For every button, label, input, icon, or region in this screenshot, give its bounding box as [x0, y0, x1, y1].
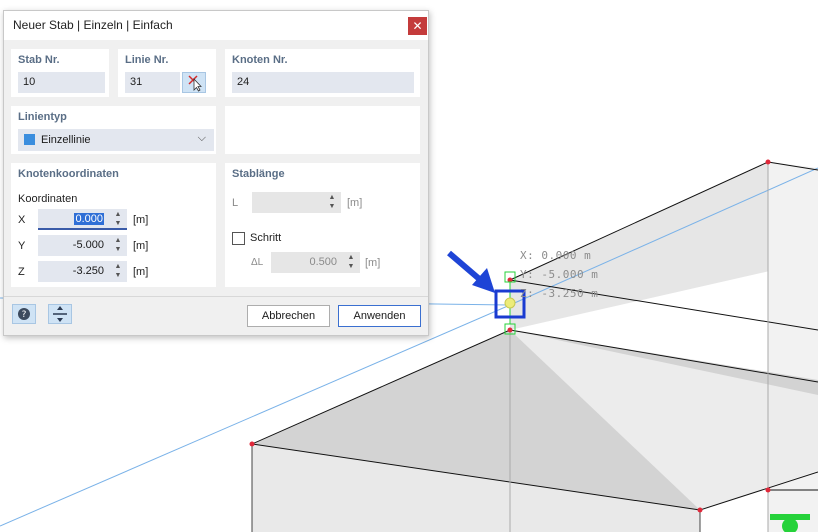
spinner-arrows-icon[interactable]: ▲ ▼ [113, 236, 123, 254]
length-input[interactable]: ▲ ▼ [252, 192, 341, 213]
new-member-dialog: Neuer Stab | Einzeln | Einfach ✕ Stab Nr… [3, 10, 429, 336]
node-point[interactable] [765, 159, 771, 165]
coord-readout-z: Z: -3.250 m [520, 287, 599, 300]
linie-nr-label: Linie Nr. [125, 54, 169, 66]
delta-l-unit: [m] [365, 257, 381, 269]
delta-l-value: 0.500 [309, 256, 337, 268]
z-label: Z [18, 266, 25, 278]
x-coordinate-input[interactable]: 0.000 ▲ ▼ [38, 209, 127, 230]
panel-linientyp: Linientyp Einzellinie ⌵ [11, 106, 216, 154]
spinner-arrows-icon[interactable]: ▲ ▼ [113, 210, 123, 228]
coordinate-readout: X: 0.000 m Y: -5.000 m Z: -3.250 m [520, 246, 598, 303]
line-type-swatch [24, 134, 35, 145]
coord-readout-x: X: 0.000 m [520, 249, 592, 262]
linientyp-selected: Einzellinie [41, 134, 91, 146]
delta-l-input[interactable]: 0.500 ▲ ▼ [271, 252, 360, 273]
z-coordinate-value: -3.250 [72, 265, 104, 277]
knotenkoordinaten-label: Knotenkoordinaten [18, 168, 119, 180]
node-point[interactable] [697, 507, 703, 513]
fit-dialog-button[interactable] [48, 304, 72, 324]
node-point[interactable] [765, 487, 771, 493]
stab-nr-label: Stab Nr. [18, 54, 60, 66]
y-unit: [m] [133, 240, 149, 252]
z-coordinate-input[interactable]: -3.250 ▲ ▼ [38, 261, 127, 282]
knoten-nr-label: Knoten Nr. [232, 54, 288, 66]
stablaenge-label: Stablänge [232, 168, 285, 180]
coord-readout-y: Y: -5.000 m [520, 268, 599, 281]
help-icon: ? [18, 308, 30, 320]
panel-stablaenge: Stablänge L ▲ ▼ [m] Schritt ΔL 0.500 ▲ ▼ [… [225, 163, 420, 287]
help-button[interactable]: ? [12, 304, 36, 324]
y-label: Y [18, 240, 26, 252]
cancel-button[interactable]: Abbrechen [247, 305, 330, 327]
dialog-titlebar[interactable]: Neuer Stab | Einzeln | Einfach ✕ [4, 11, 428, 40]
stab-nr-field[interactable]: 10 [18, 72, 105, 93]
schritt-label: Schritt [250, 232, 282, 244]
x-unit: [m] [133, 214, 149, 226]
x-label: X [18, 214, 26, 226]
node-point[interactable] [249, 441, 255, 447]
panel-linie-nr: Linie Nr. 31 [118, 49, 216, 97]
pointer-arrow-icon [447, 250, 495, 293]
panel-empty [225, 106, 420, 154]
panel-knotenkoordinaten: Knotenkoordinaten Koordinaten X 0.000 ▲ ▼… [11, 163, 216, 287]
y-coordinate-input[interactable]: -5.000 ▲ ▼ [38, 235, 127, 256]
x-coordinate-value: 0.000 [74, 213, 104, 225]
linientyp-select[interactable]: Einzellinie ⌵ [18, 129, 214, 151]
pick-cursor-icon [188, 75, 202, 92]
spinner-arrows-icon[interactable]: ▲ ▼ [113, 262, 123, 280]
l-label: L [232, 197, 239, 209]
panel-knoten-nr: Knoten Nr. 24 [225, 49, 420, 97]
knoten-nr-field[interactable]: 24 [232, 72, 414, 93]
dialog-title: Neuer Stab | Einzeln | Einfach [13, 18, 173, 32]
spinner-arrows-icon[interactable]: ▲ ▼ [346, 253, 356, 271]
linientyp-label: Linientyp [18, 111, 67, 123]
resize-arrows-icon [53, 306, 67, 322]
close-icon: ✕ [412, 19, 423, 33]
svg-text:?: ? [22, 310, 27, 320]
z-unit: [m] [133, 266, 149, 278]
footer-separator [4, 296, 428, 297]
panel-stab-nr: Stab Nr. 10 [11, 49, 109, 97]
apply-button[interactable]: Anwenden [338, 305, 421, 327]
delta-l-label: ΔL [251, 257, 264, 268]
node-point[interactable] [507, 327, 513, 333]
y-coordinate-value: -5.000 [72, 239, 104, 251]
pick-line-button[interactable] [182, 72, 206, 93]
koordinaten-label: Koordinaten [18, 193, 78, 205]
schritt-checkbox[interactable] [232, 232, 245, 245]
chevron-down-icon: ⌵ [197, 132, 206, 144]
selected-node-marker [504, 297, 516, 309]
linie-nr-field[interactable]: 31 [125, 72, 180, 93]
spinner-arrows-icon[interactable]: ▲ ▼ [327, 193, 337, 211]
close-button[interactable]: ✕ [408, 17, 427, 35]
l-unit: [m] [347, 197, 363, 209]
